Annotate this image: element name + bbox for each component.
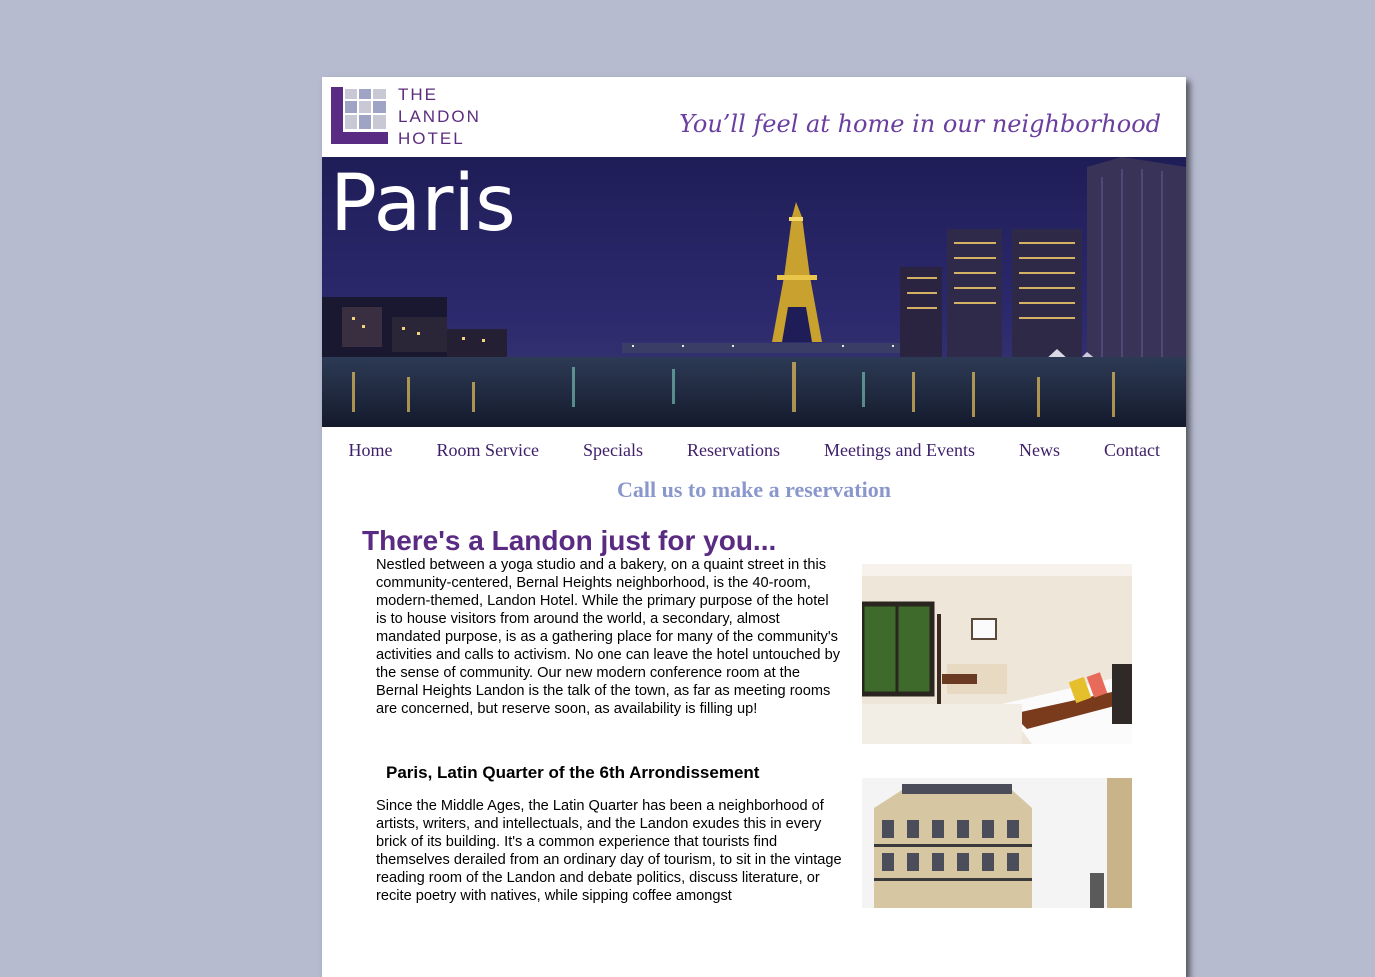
intro-paragraph: Nestled between a yoga studio and a bake… — [376, 557, 841, 717]
page-heading: There's a Landon just for you... — [362, 525, 777, 556]
logo-wordmark[interactable]: THE LANDON HOTEL — [398, 84, 481, 150]
page-container: THE LANDON HOTEL You’ll feel at home in … — [322, 77, 1186, 977]
nav-reservations[interactable]: Reservations — [687, 440, 780, 461]
site-tagline: You’ll feel at home in our neighborhood — [679, 110, 1161, 138]
nav-contact[interactable]: Contact — [1104, 440, 1160, 461]
hero-city-title: Paris — [330, 159, 516, 249]
logo-line-3: HOTEL — [398, 129, 465, 148]
nav-home[interactable]: Home — [349, 440, 393, 461]
latin-quarter-paragraph: Since the Middle Ages, the Latin Quarter… — [376, 798, 842, 904]
latin-quarter-subheading: Paris, Latin Quarter of the 6th Arrondis… — [386, 763, 760, 782]
nav-news[interactable]: News — [1019, 440, 1060, 461]
paris-building-photo — [862, 778, 1132, 908]
nav-specials[interactable]: Specials — [583, 440, 643, 461]
nav-room-service[interactable]: Room Service — [437, 440, 539, 461]
logo-line-1: THE — [398, 85, 438, 104]
nav-meetings-and-events[interactable]: Meetings and Events — [824, 440, 975, 461]
main-navigation: Home Room Service Specials Reservations … — [322, 427, 1186, 473]
reservation-callout: Call us to make a reservation — [617, 477, 891, 502]
site-header: THE LANDON HOTEL You’ll feel at home in … — [322, 77, 1186, 157]
hotel-logo-icon[interactable] — [331, 87, 388, 144]
hotel-room-photo — [862, 564, 1132, 744]
hero-banner: Paris — [322, 157, 1186, 427]
logo-line-2: LANDON — [398, 107, 481, 126]
